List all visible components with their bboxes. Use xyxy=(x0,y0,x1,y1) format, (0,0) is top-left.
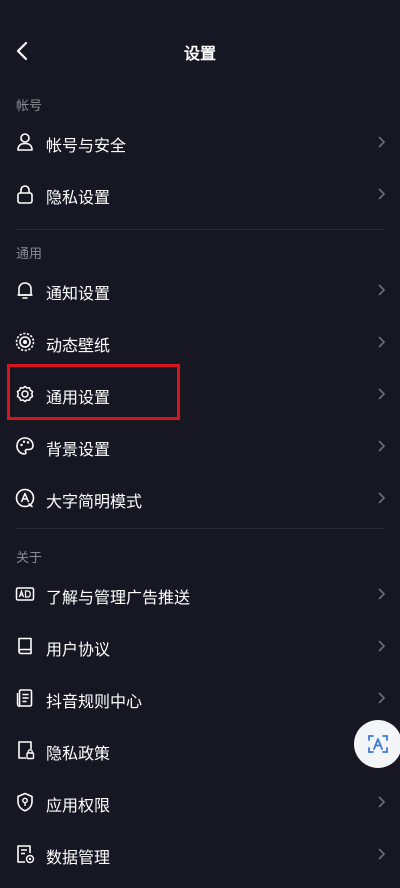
large-font-mode-item[interactable]: 大字简明模式 xyxy=(0,473,400,525)
background-settings-item[interactable]: 背景设置 xyxy=(0,421,400,473)
chevron-right-icon xyxy=(378,440,386,452)
app-permissions-item[interactable]: 应用权限 xyxy=(0,777,400,829)
account-security-item[interactable]: 帐号与安全 xyxy=(0,117,400,169)
wallpaper-icon xyxy=(15,332,35,352)
privacy-policy-label: 隐私政策 xyxy=(46,744,111,763)
divider xyxy=(16,229,384,230)
user-icon xyxy=(17,133,33,151)
chevron-right-icon xyxy=(378,336,386,348)
privacy-settings-label: 隐私设置 xyxy=(46,188,111,207)
large-font-mode-label: 大字简明模式 xyxy=(46,492,143,511)
ad-management-label: 了解与管理广告推送 xyxy=(46,588,191,607)
privacy-settings-item[interactable]: 隐私设置 xyxy=(0,169,400,221)
divider xyxy=(16,528,384,529)
document-icon xyxy=(16,689,33,708)
notification-settings-label: 通知设置 xyxy=(46,284,111,303)
douyin-rules-label: 抖音规则中心 xyxy=(46,692,143,711)
chevron-right-icon xyxy=(378,692,386,704)
privacy-doc-icon xyxy=(18,741,35,760)
book-icon xyxy=(18,637,32,655)
notification-settings-item[interactable]: 通知设置 xyxy=(0,265,400,317)
privacy-policy-item[interactable]: 隐私政策 xyxy=(0,725,400,777)
data-management-item[interactable]: 数据管理 xyxy=(0,829,400,881)
chevron-right-icon xyxy=(378,136,386,148)
chevron-right-icon xyxy=(378,640,386,652)
douyin-rules-item[interactable]: 抖音规则中心 xyxy=(0,673,400,725)
bell-icon xyxy=(17,282,33,299)
user-agreement-label: 用户协议 xyxy=(46,640,111,659)
chevron-right-icon xyxy=(378,284,386,296)
lock-icon xyxy=(17,185,33,204)
data-management-label: 数据管理 xyxy=(46,848,111,867)
user-agreement-item[interactable]: 用户协议 xyxy=(0,621,400,673)
chevron-right-icon xyxy=(378,388,386,400)
data-icon xyxy=(17,845,35,864)
section-about-header: 关于 xyxy=(16,551,43,566)
chevron-right-icon xyxy=(378,848,386,860)
font-assist-icon xyxy=(368,735,388,753)
live-wallpaper-label: 动态壁纸 xyxy=(46,336,111,355)
chevron-right-icon xyxy=(378,188,386,200)
page-title: 设置 xyxy=(183,44,216,63)
chevron-right-icon xyxy=(378,492,386,504)
background-settings-label: 背景设置 xyxy=(46,440,111,459)
font-mode-icon xyxy=(15,488,35,508)
ad-icon xyxy=(15,587,35,601)
highlight-box xyxy=(7,364,180,420)
header: 设置 xyxy=(0,0,400,104)
live-wallpaper-item[interactable]: 动态壁纸 xyxy=(0,317,400,369)
section-general-header: 通用 xyxy=(16,247,43,262)
account-security-label: 帐号与安全 xyxy=(46,136,127,155)
palette-icon xyxy=(16,437,34,455)
ad-management-item[interactable]: 了解与管理广告推送 xyxy=(0,569,400,621)
section-account-header: 帐号 xyxy=(16,99,43,114)
chevron-right-icon xyxy=(378,796,386,808)
shield-icon xyxy=(17,792,33,812)
app-permissions-label: 应用权限 xyxy=(46,796,111,815)
floating-assist-button[interactable] xyxy=(354,720,400,768)
chevron-right-icon xyxy=(378,588,386,600)
